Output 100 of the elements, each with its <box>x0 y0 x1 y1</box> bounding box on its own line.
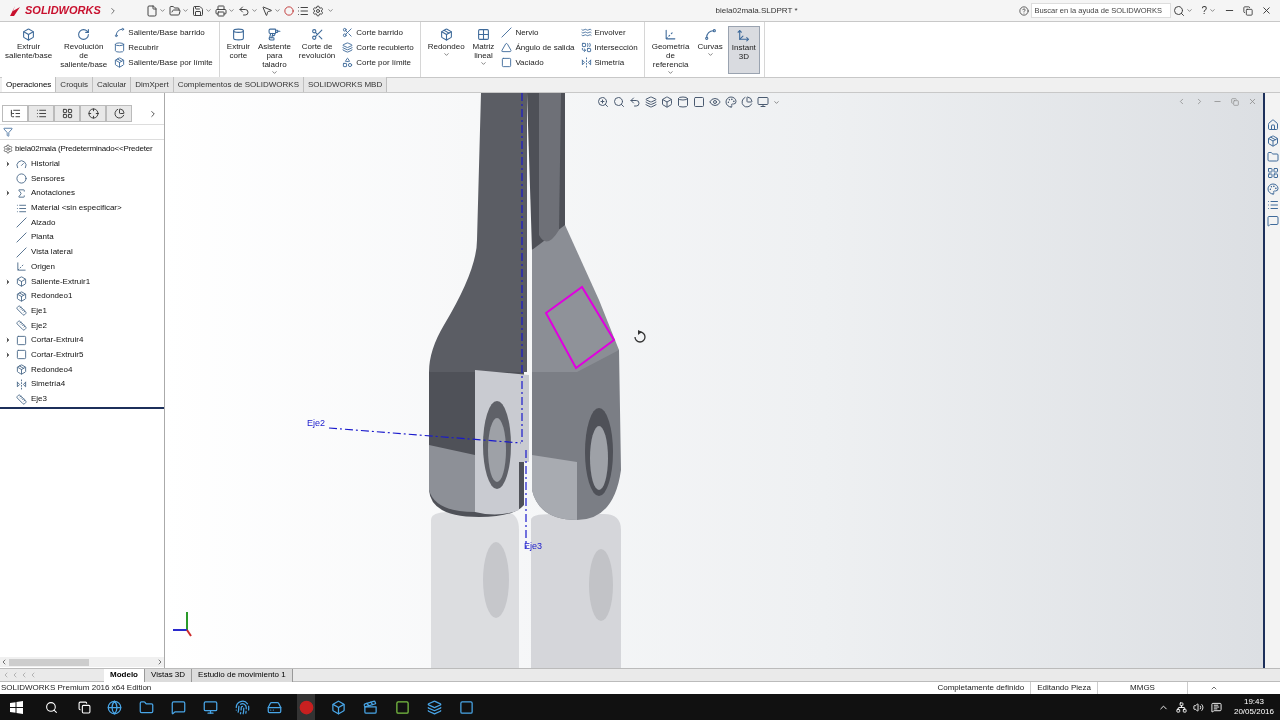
chevron-icon[interactable] <box>148 108 158 119</box>
view-tool-icon[interactable] <box>677 96 689 108</box>
task-pane-icon[interactable] <box>1266 167 1279 179</box>
toolbar-icon[interactable] <box>214 4 227 17</box>
taskbar-app-icon[interactable] <box>458 699 474 715</box>
command-tab[interactable]: Croquis <box>56 77 93 92</box>
tree-item[interactable]: Historial <box>0 156 62 172</box>
search-icon[interactable] <box>45 700 58 714</box>
view-tool-icon[interactable] <box>693 96 705 108</box>
taskbar-app-icon[interactable] <box>234 699 250 715</box>
expand-arrow-icon[interactable] <box>4 277 12 286</box>
ribbon-item[interactable]: Corte recubierto <box>340 42 416 53</box>
command-tab[interactable]: SOLIDWORKS MBD <box>304 77 388 92</box>
tree-item[interactable]: Eje3 <box>0 391 49 407</box>
view-tool-icon[interactable] <box>629 96 641 108</box>
ribbon-item[interactable]: Nervio <box>499 27 577 38</box>
caret-icon[interactable] <box>1209 7 1216 14</box>
panel-tab[interactable] <box>54 105 80 122</box>
task-pane-icon[interactable] <box>1266 151 1279 163</box>
ribbon-button[interactable]: Curvas <box>694 26 726 74</box>
panel-tab[interactable] <box>2 105 28 122</box>
ribbon-button[interactable]: Instant 3D <box>727 26 760 74</box>
volume-icon[interactable] <box>1192 701 1204 713</box>
view-tool-icon[interactable] <box>597 96 609 108</box>
view-tool-icon[interactable] <box>645 96 657 108</box>
taskbar-app-icon[interactable] <box>394 699 410 715</box>
task-pane-icon[interactable] <box>1266 215 1279 227</box>
scroll-right-icon[interactable] <box>156 658 164 666</box>
taskbar-app-icon[interactable] <box>362 699 378 715</box>
tree-item[interactable]: Eje1 <box>0 303 49 319</box>
caret-icon[interactable] <box>270 69 278 76</box>
filter-icon[interactable] <box>3 127 13 137</box>
command-tab[interactable]: Calcular <box>92 77 132 92</box>
ribbon-item[interactable]: Simetría <box>578 57 640 68</box>
task-view-icon[interactable] <box>78 700 91 714</box>
ribbon-button[interactable]: Redondeo <box>424 26 468 74</box>
toolbar-icon[interactable] <box>296 4 309 17</box>
close-icon[interactable] <box>1261 5 1272 16</box>
taskbar-app-icon[interactable] <box>202 699 218 715</box>
caret-icon[interactable] <box>442 51 450 58</box>
view-tool-icon[interactable] <box>613 96 625 108</box>
toolbar-icon[interactable] <box>260 4 273 17</box>
tree-item[interactable]: Simetría4 <box>0 377 68 392</box>
toolbar-icon[interactable] <box>168 4 181 17</box>
taskbar-app-icon[interactable] <box>170 699 186 715</box>
panel-tab[interactable] <box>80 105 106 122</box>
tree-item[interactable]: Alzado <box>0 215 58 231</box>
expand-arrow-icon[interactable] <box>4 160 12 169</box>
tree-item[interactable]: Redondeo1 <box>0 288 75 304</box>
view-tool-icon[interactable] <box>741 96 753 108</box>
ribbon-button[interactable]: Corte de revolución <box>295 26 339 74</box>
model-tab[interactable]: Estudio de movimiento 1 <box>192 668 293 682</box>
caret-icon[interactable] <box>706 51 714 58</box>
ribbon-button[interactable]: Geometría de referencia <box>648 26 693 74</box>
task-pane-icon[interactable] <box>1266 183 1279 195</box>
panel-tab[interactable] <box>28 105 54 122</box>
toolbar-icon[interactable] <box>237 4 250 17</box>
caret-icon[interactable] <box>1210 684 1218 692</box>
scroll-left-icon[interactable] <box>0 658 8 666</box>
settings-icon[interactable] <box>311 4 324 17</box>
toolbar-icon[interactable] <box>145 4 158 17</box>
start-icon[interactable] <box>10 700 23 714</box>
view-tool-icon[interactable] <box>661 96 673 108</box>
ribbon-item[interactable]: Vaciado <box>499 57 577 68</box>
tree-item[interactable]: Sensores <box>0 171 67 187</box>
ribbon-button[interactable]: Revolución de saliente/base <box>57 26 111 74</box>
model-tab[interactable]: Vistas 3D <box>145 668 193 682</box>
tree-item[interactable]: Eje2 <box>0 318 49 333</box>
command-tab[interactable]: Operaciones <box>2 77 57 92</box>
ribbon-button[interactable]: Asistente para taladro <box>254 26 294 74</box>
help-button[interactable]: ? <box>1201 3 1207 18</box>
model-tab[interactable]: Modelo <box>104 668 145 682</box>
view-tool-icon[interactable] <box>709 96 721 108</box>
taskbar-app-icon[interactable] <box>106 699 122 715</box>
horizontal-scrollbar[interactable] <box>0 657 164 667</box>
tree-item[interactable]: Cortar-Extruir4 <box>0 332 86 348</box>
taskbar-app-icon[interactable] <box>330 699 346 715</box>
tree-item[interactable]: Cortar-Extruir5 <box>0 347 86 363</box>
ribbon-item[interactable]: Saliente/Base por límite <box>112 57 215 68</box>
ribbon-item[interactable]: Corte por límite <box>340 57 416 68</box>
tree-item[interactable]: Planta <box>0 230 56 245</box>
ribbon-item[interactable]: Saliente/Base barrido <box>112 27 215 38</box>
ribbon-item[interactable]: Corte barrido <box>340 27 416 38</box>
view-tool-icon[interactable] <box>757 96 769 108</box>
ribbon-button[interactable]: Extruir corte <box>223 26 253 74</box>
restore-icon[interactable] <box>1243 5 1253 16</box>
ribbon-item[interactable]: Intersección <box>578 42 640 53</box>
caret-icon[interactable] <box>480 60 487 67</box>
taskbar-app-icon[interactable] <box>266 699 282 715</box>
taskbar-app-icon[interactable] <box>138 699 154 715</box>
view-tool-icon[interactable] <box>725 96 737 108</box>
tree-item[interactable]: Vista lateral <box>0 244 75 260</box>
ribbon-button[interactable]: Matriz lineal <box>469 26 498 74</box>
ribbon-item[interactable]: Recubrir <box>112 42 215 53</box>
tree-item[interactable]: Material <sin especificar> <box>0 200 124 216</box>
ribbon-item[interactable]: Ángulo de salida <box>499 42 577 53</box>
tree-item[interactable]: Redondeo4 <box>0 362 75 377</box>
ribbon-item[interactable]: Envolver <box>578 27 640 38</box>
tree-item[interactable]: biela02mala (Predeterminado<<Predeter <box>0 142 164 157</box>
task-pane-icon[interactable] <box>1266 119 1279 131</box>
